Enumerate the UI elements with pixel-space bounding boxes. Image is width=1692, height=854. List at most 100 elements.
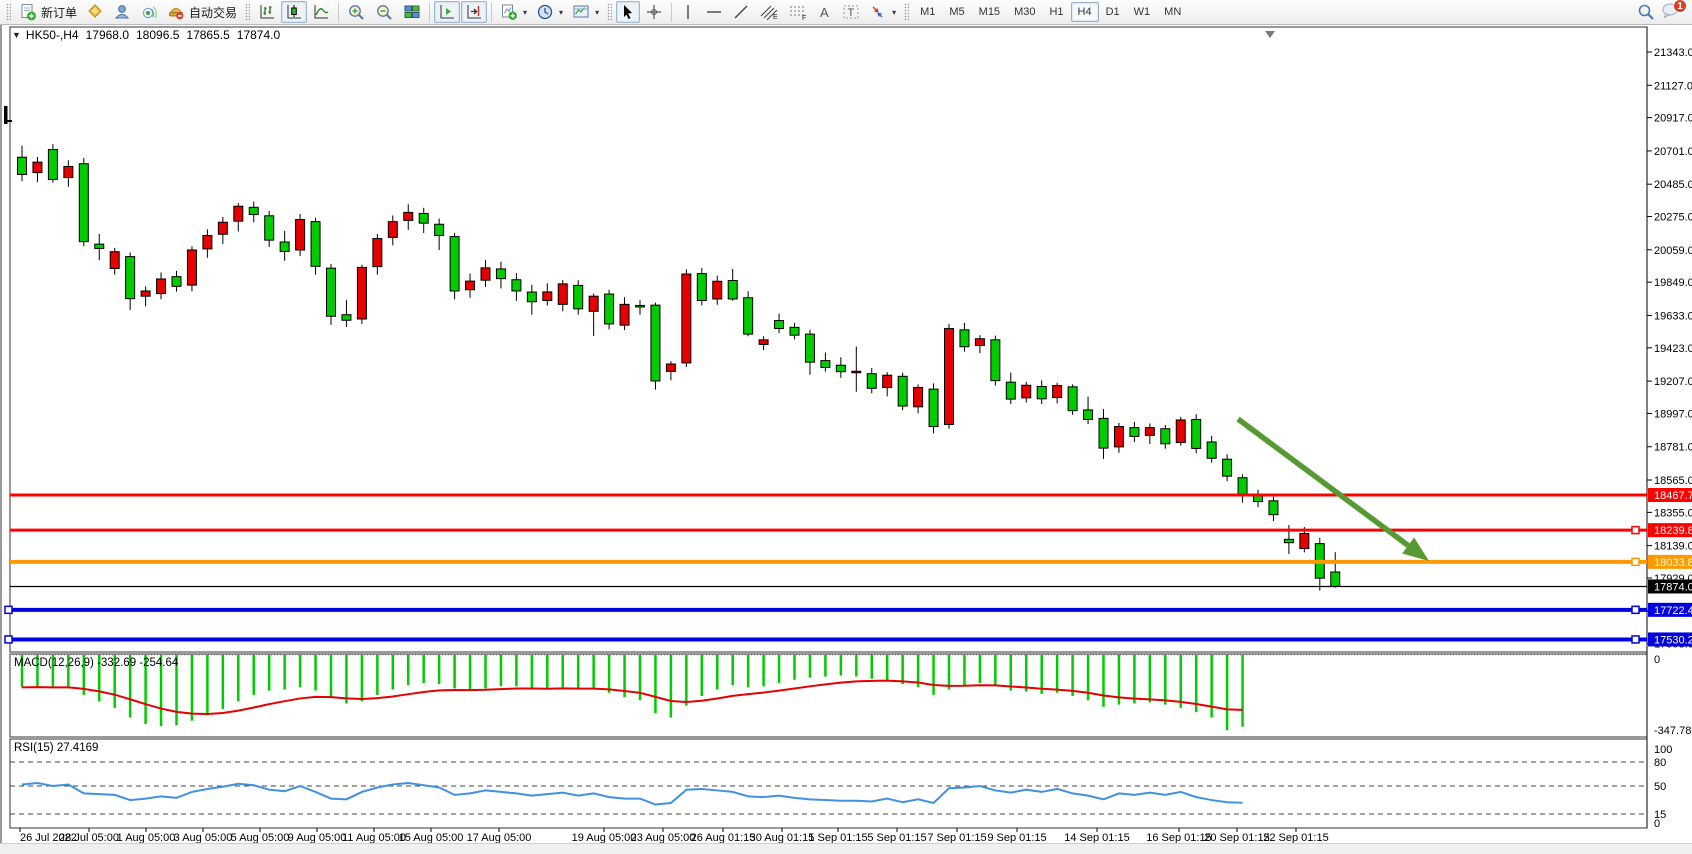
time-label: 26 Aug 01:15	[691, 832, 756, 843]
candle	[1223, 454, 1232, 481]
text-button[interactable]: A	[813, 1, 837, 23]
candle-chart-button[interactable]	[281, 1, 307, 23]
channel-button[interactable]: E	[755, 1, 783, 23]
axis-label: 19849.0	[1654, 277, 1692, 289]
tile-windows-button[interactable]	[399, 1, 425, 23]
candle-body	[1130, 428, 1139, 437]
candle	[1269, 497, 1278, 521]
candle	[636, 300, 645, 314]
arrows-button[interactable]: ▾	[865, 1, 900, 23]
horizontal-line-object[interactable]	[5, 603, 1692, 617]
candle-body	[605, 294, 614, 324]
line-handle[interactable]	[5, 606, 12, 613]
toolbar-grip[interactable]	[245, 3, 250, 21]
market-watch-button[interactable]	[82, 1, 108, 23]
notifications-button[interactable]: 1	[1661, 1, 1683, 23]
tab-timeframe-w1[interactable]: W1	[1127, 2, 1158, 22]
tab-timeframe-h4[interactable]: H4	[1071, 2, 1099, 22]
new-order-button[interactable]: 新订单	[15, 1, 81, 23]
candle	[682, 269, 691, 367]
profile-button[interactable]	[109, 1, 135, 23]
toolbar-grip[interactable]	[6, 3, 11, 21]
chart-shift-marker[interactable]	[1265, 31, 1275, 38]
candle-body	[126, 257, 135, 299]
candle	[975, 335, 984, 353]
zoom-in-button[interactable]	[343, 1, 370, 23]
candle	[852, 346, 861, 391]
line-handle[interactable]	[5, 636, 12, 643]
cursor-button[interactable]	[616, 1, 640, 23]
horizontal-line-object[interactable]	[10, 555, 1692, 569]
ohlc-high: 18096.5	[136, 28, 179, 42]
candle	[1207, 436, 1216, 463]
chart-canvas[interactable]: 21343.021127.020917.020701.020485.020275…	[2, 25, 1692, 843]
time-label: 1 Sep 01:15	[808, 832, 867, 843]
candle-body	[496, 269, 505, 279]
candle	[1099, 409, 1108, 459]
horizontal-line-object[interactable]	[10, 523, 1692, 537]
svg-text:A: A	[820, 5, 829, 20]
time-label: 23 Aug 05:00	[631, 832, 696, 843]
auto-scroll-icon	[438, 3, 456, 21]
auto-trading-button[interactable]: 自动交易	[163, 1, 241, 23]
time-label: 9 Aug 05:00	[288, 832, 347, 843]
trend-arrow[interactable]	[1238, 419, 1429, 561]
horizontal-line-object[interactable]	[5, 632, 1692, 646]
vline-button[interactable]	[676, 1, 700, 23]
line-handle[interactable]	[1632, 558, 1639, 565]
toolbar-grip[interactable]	[904, 3, 909, 21]
chart-title-dropdown-icon[interactable]: ▼	[12, 30, 21, 40]
crosshair-button[interactable]	[641, 1, 667, 23]
tab-timeframe-d1[interactable]: D1	[1099, 2, 1127, 22]
signal-button[interactable]	[136, 1, 162, 23]
tab-timeframe-m5[interactable]: M5	[942, 2, 971, 22]
line-chart-button[interactable]	[308, 1, 334, 23]
chart-shift-button[interactable]	[461, 1, 487, 23]
line-handle[interactable]	[1632, 606, 1639, 613]
line-chart-icon	[312, 3, 330, 21]
tab-timeframe-m15[interactable]: M15	[972, 2, 1007, 22]
axis-label: 20701.0	[1654, 146, 1692, 158]
tab-timeframe-h1[interactable]: H1	[1042, 2, 1070, 22]
time-label: 11 Aug 05:00	[342, 832, 406, 843]
candle	[867, 368, 876, 393]
line-handle[interactable]	[1632, 527, 1639, 534]
candle-body	[1223, 459, 1232, 476]
candle-body	[172, 277, 181, 287]
auto-trading-icon	[167, 3, 185, 21]
candle-body	[929, 389, 938, 426]
fibonacci-button[interactable]: F	[784, 1, 812, 23]
periods-button[interactable]: ▾	[532, 1, 567, 23]
toolbar-grip[interactable]	[607, 3, 612, 21]
time-label: 22 Sep 01:15	[1263, 832, 1328, 843]
bar-chart-button[interactable]	[254, 1, 280, 23]
tab-timeframe-mn[interactable]: MN	[1157, 2, 1188, 22]
label-button[interactable]: T	[838, 1, 864, 23]
tile-windows-icon	[403, 3, 421, 21]
toolbar: 新订单 自动交易	[0, 0, 1692, 25]
candle-body	[357, 267, 366, 319]
line-handle[interactable]	[1632, 636, 1639, 643]
trendline-button[interactable]	[728, 1, 754, 23]
tab-timeframe-m1[interactable]: M1	[913, 2, 942, 22]
templates-button[interactable]: ▾	[568, 1, 603, 23]
hline-button[interactable]	[701, 1, 727, 23]
candle-body	[883, 375, 892, 387]
candle	[1037, 380, 1046, 404]
auto-scroll-button[interactable]	[434, 1, 460, 23]
search-icon[interactable]	[1637, 3, 1655, 21]
horizontal-line-object[interactable]	[10, 488, 1692, 502]
indicators-caret: ▾	[523, 8, 527, 17]
candle	[481, 260, 490, 287]
candle-body	[1331, 572, 1340, 586]
indicators-button[interactable]: ▾	[496, 1, 531, 23]
candle	[790, 323, 799, 339]
candle-body	[636, 305, 645, 307]
auto-trading-label: 自动交易	[189, 4, 237, 21]
candle	[388, 215, 397, 245]
tab-timeframe-m30[interactable]: M30	[1007, 2, 1042, 22]
zoom-out-button[interactable]	[371, 1, 398, 23]
candle	[1331, 552, 1340, 588]
trend-arrow-shaft[interactable]	[1238, 419, 1408, 545]
candle	[1176, 417, 1185, 446]
